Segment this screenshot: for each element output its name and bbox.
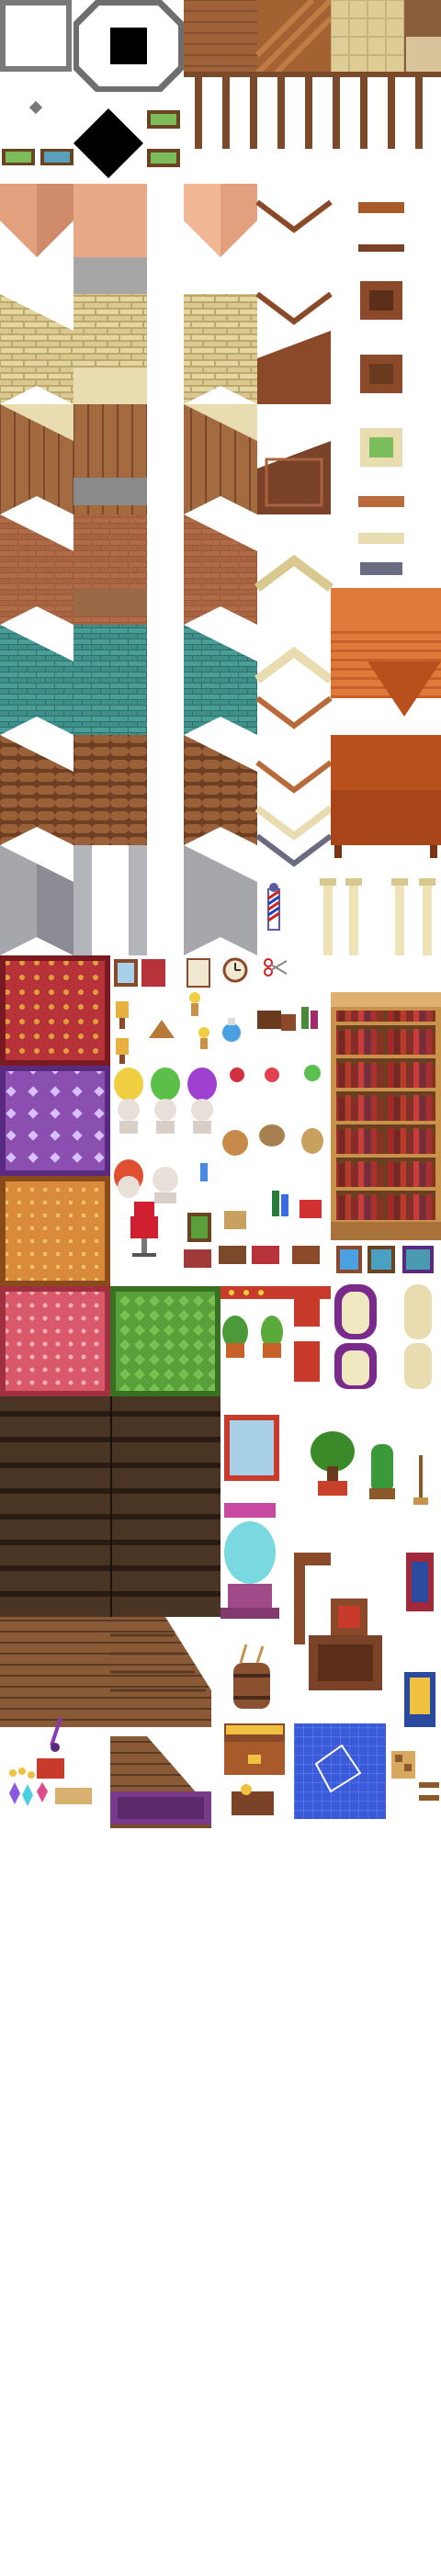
map-icon bbox=[391, 1751, 439, 1801]
potion-icon bbox=[222, 1007, 321, 1082]
stairs-shelf bbox=[110, 1791, 211, 1825]
scissors-icon bbox=[264, 958, 288, 977]
bottle-icon bbox=[200, 1163, 322, 1218]
lamp-icon bbox=[116, 1001, 129, 1064]
window-icon bbox=[220, 1284, 432, 1389]
wood-floor-icon bbox=[184, 0, 334, 76]
tileset-art bbox=[0, 0, 441, 1828]
bonsai-icon bbox=[311, 1431, 355, 1496]
small-diamond-icon bbox=[28, 100, 43, 115]
fence-post-icon bbox=[184, 72, 441, 149]
coins-icon bbox=[9, 1758, 64, 1779]
crystal-icon bbox=[9, 1782, 92, 1806]
dark-floor bbox=[0, 1396, 220, 1617]
mirror-frame bbox=[224, 1415, 279, 1481]
grey-wall-tiles bbox=[0, 845, 257, 955]
rug-orange bbox=[0, 1176, 110, 1286]
barrel-icon bbox=[233, 1644, 270, 1709]
rug-red bbox=[0, 955, 110, 1066]
cactus-icon bbox=[369, 1444, 395, 1499]
treasure-chest-icon bbox=[224, 1723, 285, 1815]
clock-icon bbox=[222, 957, 248, 983]
plant-icon bbox=[222, 1316, 283, 1358]
bust-icon bbox=[118, 1099, 213, 1203]
black-diamond-icon bbox=[74, 108, 143, 178]
tileset-sheet bbox=[0, 0, 441, 2572]
chevron-wall-column bbox=[254, 199, 334, 867]
broom-icon bbox=[413, 1455, 428, 1505]
shelf-icon bbox=[358, 202, 404, 575]
candle-icon bbox=[149, 992, 209, 1049]
teal-brick-tiles bbox=[0, 625, 257, 735]
blueprint-icon bbox=[294, 1723, 386, 1819]
barber-chair-icon bbox=[130, 1202, 158, 1257]
autotile-octagon-icon bbox=[74, 0, 184, 92]
skin-wall-tiles bbox=[0, 184, 257, 294]
log-wall-tiles bbox=[0, 735, 257, 845]
autotile-white-icon bbox=[0, 0, 72, 72]
brick-wall-2 bbox=[0, 514, 257, 625]
table-icon bbox=[294, 1553, 382, 1690]
roof-block bbox=[331, 588, 441, 858]
pillar-icon bbox=[320, 878, 435, 955]
banner-icon bbox=[404, 1553, 435, 1727]
barber-pole-icon bbox=[267, 883, 280, 931]
rug-pink bbox=[0, 1286, 110, 1396]
rug-purple bbox=[0, 1066, 110, 1176]
rug-green bbox=[110, 1286, 220, 1396]
tile-floor-icon bbox=[331, 0, 441, 73]
lantern-icon bbox=[220, 1503, 279, 1619]
bookshelf-icon bbox=[331, 992, 441, 1240]
mirror-icon bbox=[114, 958, 210, 988]
